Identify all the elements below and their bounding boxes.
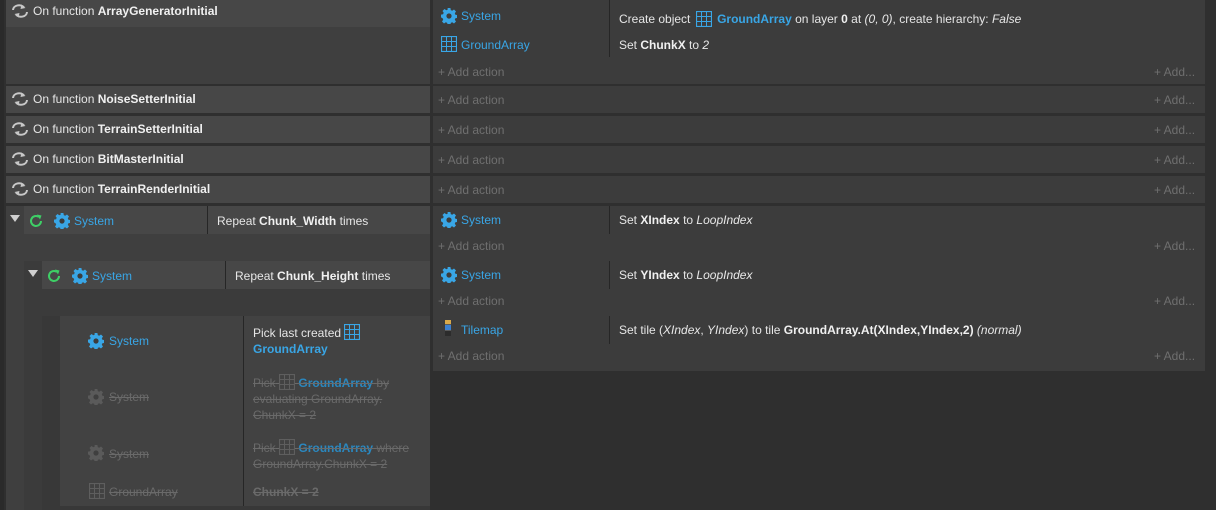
condition-object-system-disabled[interactable]: System bbox=[109, 447, 149, 461]
condition-object-system[interactable]: System bbox=[109, 334, 149, 348]
collapse-arrow-icon[interactable] bbox=[10, 215, 20, 222]
action-set-yindex[interactable]: Set YIndex to LoopIndex bbox=[619, 268, 752, 282]
condition-object-system-disabled[interactable]: System bbox=[109, 390, 149, 404]
action-set-tile[interactable]: Set tile (XIndex, YIndex) to tile Ground… bbox=[619, 323, 1022, 337]
add-more-button[interactable]: + Add... bbox=[1154, 65, 1195, 79]
function-icon bbox=[11, 3, 29, 19]
condition-text[interactable]: On function ArrayGeneratorInitial bbox=[33, 4, 218, 18]
add-action-button[interactable]: + Add action bbox=[438, 349, 504, 363]
function-icon bbox=[11, 121, 29, 137]
add-more-button[interactable]: + Add... bbox=[1154, 123, 1195, 137]
loop-icon bbox=[46, 268, 62, 284]
action-set-xindex[interactable]: Set XIndex to LoopIndex bbox=[619, 213, 752, 227]
actions-area bbox=[433, 206, 1205, 261]
add-action-button[interactable]: + Add action bbox=[438, 294, 504, 308]
add-more-button[interactable]: + Add... bbox=[1154, 153, 1195, 167]
condition-text[interactable]: On function TerrainSetterInitial bbox=[33, 122, 203, 136]
add-action-button[interactable]: + Add action bbox=[438, 65, 504, 79]
gear-icon bbox=[88, 333, 104, 349]
event-noise-setter[interactable]: On function NoiseSetterInitial + Add act… bbox=[0, 86, 1216, 113]
add-more-button[interactable]: + Add... bbox=[1154, 294, 1195, 308]
collapse-arrow-icon[interactable] bbox=[28, 270, 38, 277]
action-create-object[interactable]: Create object GroundArray on layer 0 at … bbox=[619, 11, 1021, 27]
add-more-button[interactable]: + Add... bbox=[1154, 239, 1195, 253]
condition-object-groundarray-disabled[interactable]: GroundArray bbox=[109, 485, 178, 499]
grid-icon bbox=[344, 324, 360, 340]
condition-text[interactable]: On function BitMasterInitial bbox=[33, 152, 184, 166]
condition-text[interactable]: On function NoiseSetterInitial bbox=[33, 92, 196, 106]
condition-object-system[interactable]: System bbox=[74, 214, 114, 228]
gear-icon bbox=[441, 8, 457, 24]
gear-icon bbox=[441, 212, 457, 228]
add-action-button[interactable]: + Add action bbox=[438, 93, 504, 107]
event-inner-pick[interactable]: System Pick last created GroundArray Sys… bbox=[0, 316, 1216, 510]
add-action-button[interactable]: + Add action bbox=[438, 123, 504, 137]
add-more-button[interactable]: + Add... bbox=[1154, 183, 1195, 197]
condition-repeat-text[interactable]: Repeat Chunk_Width times bbox=[217, 214, 368, 228]
function-icon bbox=[11, 181, 29, 197]
event-terrain-render[interactable]: On function TerrainRenderInitial + Add a… bbox=[0, 176, 1216, 203]
add-action-button[interactable]: + Add action bbox=[438, 239, 504, 253]
condition-pick-where-disabled[interactable]: Pick GroundArray where GroundArray.Chunk… bbox=[253, 439, 429, 472]
action-set-chunkx[interactable]: Set ChunkX to 2 bbox=[619, 38, 709, 52]
gear-icon bbox=[441, 267, 457, 283]
gear-icon bbox=[72, 268, 88, 284]
gear-icon bbox=[88, 445, 104, 461]
grid-icon bbox=[89, 483, 105, 499]
loop-icon bbox=[28, 213, 44, 229]
grid-icon bbox=[279, 439, 295, 455]
add-more-button[interactable]: + Add... bbox=[1154, 93, 1195, 107]
condition-repeat-text[interactable]: Repeat Chunk_Height times bbox=[235, 269, 390, 283]
function-icon bbox=[11, 91, 29, 107]
add-action-button[interactable]: + Add action bbox=[438, 183, 504, 197]
condition-area bbox=[6, 27, 430, 84]
gear-icon bbox=[88, 389, 104, 405]
function-icon bbox=[11, 151, 29, 167]
add-more-button[interactable]: + Add... bbox=[1154, 349, 1195, 363]
grid-icon bbox=[279, 374, 295, 390]
action-object-system[interactable]: System bbox=[461, 9, 501, 23]
tilemap-icon bbox=[444, 320, 452, 336]
action-object-groundarray[interactable]: GroundArray bbox=[461, 38, 530, 52]
action-object-system[interactable]: System bbox=[461, 268, 501, 282]
grid-icon bbox=[441, 36, 457, 52]
add-action-button[interactable]: + Add action bbox=[438, 153, 504, 167]
condition-chunkx-compare-disabled[interactable]: ChunkX = 2 bbox=[253, 485, 319, 499]
event-terrain-setter[interactable]: On function TerrainSetterInitial + Add a… bbox=[0, 116, 1216, 143]
action-object-system[interactable]: System bbox=[461, 213, 501, 227]
condition-text[interactable]: On function TerrainRenderInitial bbox=[33, 182, 210, 196]
action-object-tilemap[interactable]: Tilemap bbox=[461, 323, 503, 337]
condition-pick-last-created[interactable]: Pick last created GroundArray bbox=[253, 324, 423, 357]
event-bit-master[interactable]: On function BitMasterInitial + Add actio… bbox=[0, 146, 1216, 173]
actions-area bbox=[433, 261, 1205, 316]
condition-pick-by-evaluating-disabled[interactable]: Pick GroundArray by evaluating GroundArr… bbox=[253, 374, 423, 423]
gear-icon bbox=[54, 213, 70, 229]
event-array-generator[interactable]: On function ArrayGeneratorInitial System… bbox=[0, 0, 1216, 84]
gutter bbox=[0, 0, 4, 510]
condition-object-system[interactable]: System bbox=[92, 269, 132, 283]
